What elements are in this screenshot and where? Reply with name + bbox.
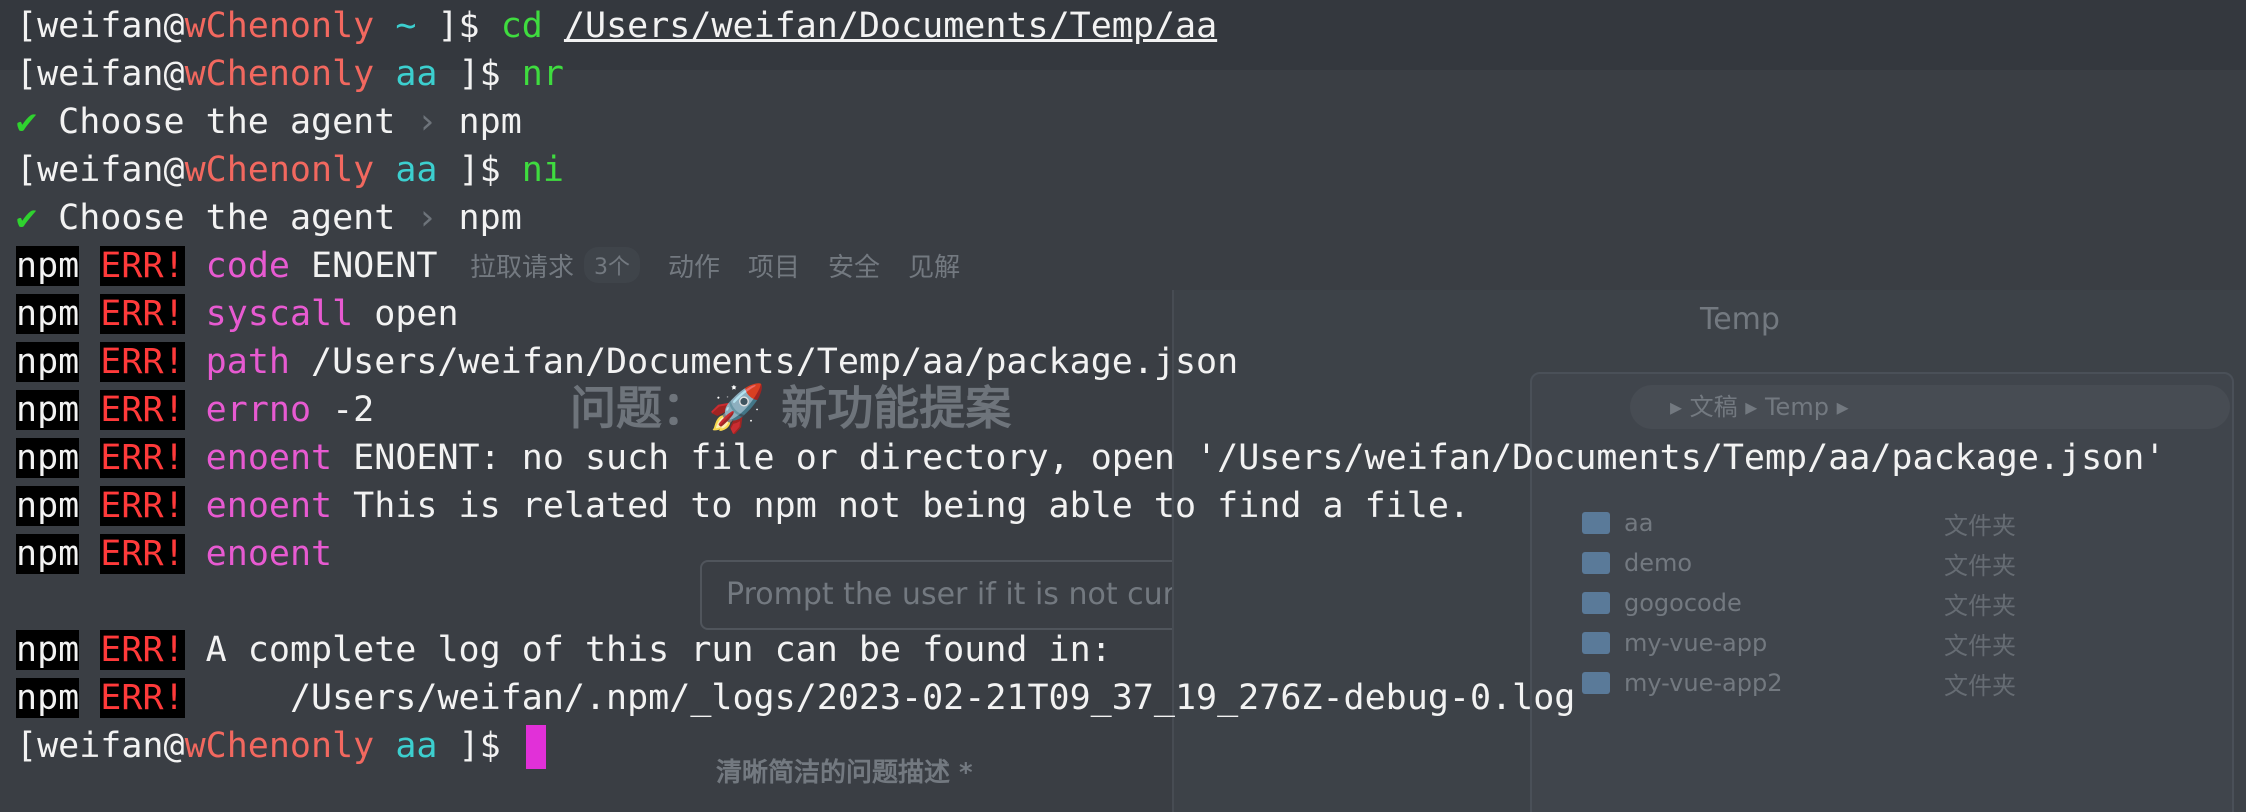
log-path[interactable]: /Users/weifan/.npm/_logs/2023-02-21T09_3… [185,678,1575,718]
prompt-cwd: aa [395,150,438,190]
agent-prompt-line: ✔ Choose the agent › npm [16,98,2246,146]
check-icon: ✔ [16,102,38,142]
error-key: enoent [205,534,333,574]
command-text: cd [500,6,543,46]
prompt-host: wChenonly [184,150,375,190]
npm-tag: npm [16,486,80,526]
npm-error-line: npm ERR! enoent This is related to npm n… [16,482,2246,530]
err-tag: ERR! [100,630,185,670]
npm-tag: npm [16,678,80,718]
npm-tag: npm [16,630,80,670]
err-tag: ERR! [100,438,185,478]
prompt-user: [weifan@ [16,54,185,94]
terminal-output[interactable]: [weifan@wChenonly ~ ]$ cd /Users/weifan/… [0,0,2246,812]
agent-prompt-line: ✔ Choose the agent › npm [16,194,2246,242]
terminal-line-prompt: [weifan@wChenonly ~ ]$ cd /Users/weifan/… [16,2,2246,50]
error-value: open [353,294,459,334]
error-value: This is related to npm not being able to… [332,486,1470,526]
check-icon: ✔ [16,198,38,238]
npm-error-line: npm ERR! errno -2 [16,386,2246,434]
npm-tag: npm [16,390,80,430]
command-text: ni [521,150,564,190]
prompt-host: wChenonly [184,726,375,766]
command-text: nr [521,54,564,94]
err-tag: ERR! [100,534,185,574]
prompt-cwd: aa [395,726,438,766]
err-tag: ERR! [100,294,185,334]
error-value: ENOENT [289,246,438,286]
error-key: enoent [205,438,333,478]
agent-prompt-value: npm [458,198,522,238]
err-tag: ERR! [100,390,185,430]
error-key: path [205,342,290,382]
command-arg-link[interactable]: /Users/weifan/Documents/Temp/aa [564,6,1217,46]
agent-prompt-text: Choose the agent [58,198,396,238]
chevron-right-icon: › [416,198,438,238]
prompt-user: [weifan@ [16,726,185,766]
prompt-close: ]$ [416,6,501,46]
agent-prompt-value: npm [458,102,522,142]
prompt-user: [weifan@ [16,150,185,190]
chevron-right-icon: › [416,102,438,142]
error-key: errno [205,390,312,430]
npm-tag: npm [16,342,80,382]
npm-error-line: npm ERR! enoent ENOENT: no such file or … [16,434,2246,482]
npm-tag: npm [16,246,80,286]
npm-tag: npm [16,294,80,334]
prompt-close: ]$ [437,726,522,766]
npm-error-line: npm ERR! syscall open [16,290,2246,338]
npm-error-line: npm ERR! code ENOENT [16,242,2246,290]
npm-tag: npm [16,534,80,574]
text-cursor[interactable] [525,725,546,769]
err-tag: ERR! [100,678,185,718]
log-text: A complete log of this run can be found … [184,630,1112,670]
npm-tag: npm [16,438,80,478]
prompt-close: ]$ [437,150,522,190]
terminal-line-prompt: [weifan@wChenonly aa ]$ nr [16,50,2246,98]
prompt-user: [weifan@ [16,6,185,46]
prompt-host: wChenonly [184,54,375,94]
agent-prompt-text: Choose the agent [58,102,396,142]
err-tag: ERR! [100,342,185,382]
npm-log-line: npm ERR! A complete log of this run can … [16,626,2246,674]
error-key: enoent [205,486,333,526]
terminal-line-prompt: [weifan@wChenonly aa ]$ ni [16,146,2246,194]
terminal-line-prompt: [weifan@wChenonly aa ]$ [16,722,2246,770]
error-value: /Users/weifan/Documents/Temp/aa/package.… [289,342,1239,382]
prompt-cwd: ~ [395,6,417,46]
err-tag: ERR! [100,246,185,286]
error-key: syscall [205,294,354,334]
prompt-close: ]$ [437,54,522,94]
prompt-cwd: aa [395,54,438,94]
npm-log-line: npm ERR! /Users/weifan/.npm/_logs/2023-0… [16,674,2246,722]
npm-error-line: npm ERR! path /Users/weifan/Documents/Te… [16,338,2246,386]
error-value: -2 [311,390,375,430]
error-value: ENOENT: no such file or directory, open … [332,438,2166,478]
prompt-host: wChenonly [184,6,375,46]
npm-error-line: npm ERR! enoent [16,530,2246,578]
error-key: code [205,246,290,286]
err-tag: ERR! [100,486,185,526]
